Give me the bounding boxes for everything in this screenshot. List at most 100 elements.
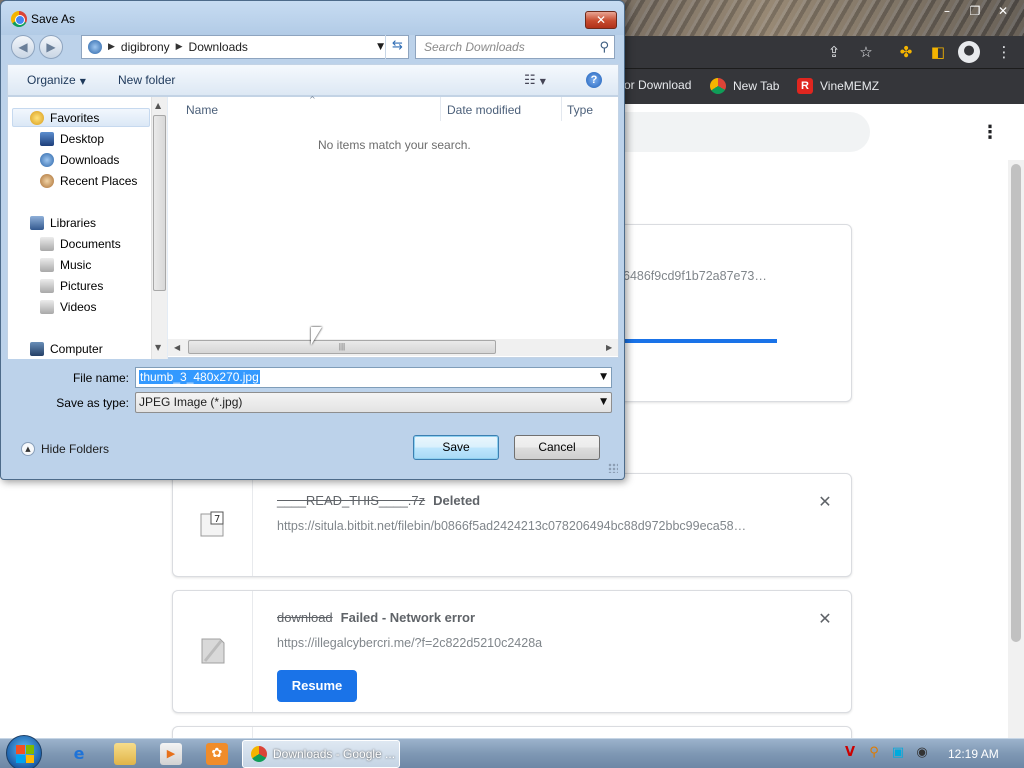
search-input[interactable]: Search Downloads ⚲ (415, 35, 615, 59)
v-tray-icon[interactable]: V (842, 745, 858, 761)
nav-scrollbar[interactable]: ▲ ▼ (151, 97, 167, 359)
organize-label: Organize (27, 73, 76, 87)
file-list-hscrollbar[interactable]: ◀ ||| ▶ (168, 339, 618, 356)
breadcrumb-digibrony[interactable]: digibrony (121, 40, 170, 54)
download-title: ____READ_THIS____.7z Deleted (277, 493, 480, 508)
nav-label: Libraries (50, 216, 97, 230)
save-type-value: JPEG Image (*.jpg) (139, 395, 243, 409)
scroll-up-icon[interactable]: ▲ (155, 101, 161, 110)
breadcrumb-downloads[interactable]: Downloads (189, 40, 248, 54)
start-button[interactable] (6, 735, 42, 768)
side-panel-icon[interactable]: ◧ (928, 42, 948, 62)
extensions-icon[interactable]: ✤ (896, 42, 916, 62)
nav-label: Desktop (60, 132, 105, 146)
archive-file-icon: 7 (200, 511, 224, 537)
nav-label: Videos (60, 300, 97, 314)
address-dropdown-icon[interactable]: ▼ (377, 42, 384, 52)
breadcrumb-separator-icon: ▶ (175, 42, 183, 52)
internet-explorer-icon[interactable]: e (68, 743, 90, 765)
cancel-button[interactable]: Cancel (514, 435, 600, 460)
resume-button[interactable]: Resume (277, 670, 357, 702)
bookmark-new-tab[interactable]: New Tab (710, 78, 779, 94)
display-tray-icon[interactable]: ▣ (890, 745, 906, 761)
search-icon[interactable]: ⚲ (599, 37, 609, 59)
column-type[interactable]: Type (567, 103, 593, 117)
refresh-icon[interactable]: ⇆ (385, 35, 409, 59)
bookmark-or-download[interactable]: or Download (624, 78, 691, 92)
nav-recent-places[interactable]: Recent Places (40, 174, 137, 188)
column-name[interactable]: Name (186, 103, 218, 117)
chrome-menu-icon[interactable]: ⋮ (994, 42, 1014, 62)
mouse-cursor (311, 327, 322, 345)
close-icon[interactable]: ✕ (990, 2, 1016, 20)
bookmark-vinememz[interactable]: R VineMEMZ (797, 78, 879, 94)
clock[interactable]: 12:19 AM (948, 747, 999, 761)
file-explorer-icon[interactable] (114, 743, 136, 765)
downloads-search-input[interactable] (600, 112, 870, 152)
nav-label: Computer (50, 342, 103, 356)
forward-button[interactable]: ▶ (39, 35, 63, 59)
download-card: 7 ____READ_THIS____.7z Deleted https://si… (172, 473, 852, 577)
hscroll-thumb[interactable]: ||| (188, 340, 496, 354)
nav-label: Pictures (60, 279, 104, 293)
resize-grip[interactable] (608, 463, 618, 473)
nav-desktop[interactable]: Desktop (40, 132, 104, 146)
navigation-pane: Favorites Desktop Downloads Recent Place… (8, 97, 168, 359)
nav-label: Downloads (60, 153, 120, 167)
chevron-down-icon[interactable]: ▼ (600, 397, 607, 407)
scroll-down-icon[interactable]: ▼ (155, 343, 161, 352)
remove-download-icon[interactable]: ✕ (817, 494, 833, 510)
nav-scroll-thumb[interactable] (153, 115, 166, 291)
maximize-icon[interactable]: ❐ (962, 2, 988, 20)
more-options-icon[interactable]: ⋮ (980, 120, 1000, 144)
save-button[interactable]: Save (413, 435, 499, 460)
nav-computer[interactable]: Computer (30, 342, 103, 356)
hide-folders-label: Hide Folders (41, 442, 110, 456)
new-folder-button[interactable]: New folder (118, 73, 175, 87)
dialog-title: Save As (31, 12, 76, 26)
column-date-modified[interactable]: Date modified (447, 103, 521, 117)
address-bar[interactable]: ▶ digibrony ▶ Downloads ▼ (81, 35, 409, 59)
download-filename: ____READ_THIS____.7z (277, 493, 426, 508)
nav-pictures[interactable]: Pictures (40, 279, 103, 293)
r-logo-icon: R (797, 78, 813, 94)
nav-documents[interactable]: Documents (40, 237, 121, 251)
download-status: Deleted (433, 493, 481, 508)
computer-icon (30, 342, 44, 356)
media-player-icon[interactable]: ▶ (160, 743, 182, 765)
dialog-close-button[interactable]: ✕ (585, 11, 617, 29)
nav-libraries[interactable]: Libraries (30, 216, 96, 230)
taskbar-chrome-task[interactable]: Downloads - Google ... (242, 740, 400, 768)
back-button[interactable]: ◀ (11, 35, 35, 59)
save-type-select[interactable]: JPEG Image (*.jpg) ▼ (135, 392, 612, 413)
nav-downloads[interactable]: Downloads (40, 153, 119, 167)
nav-favorites[interactable]: Favorites (30, 111, 99, 125)
download-url[interactable]: 6486f9cd9f1b72a87e73… (623, 269, 767, 283)
download-url[interactable]: https://illegalcybercri.me/?f=2c822d5210… (277, 636, 542, 650)
volume-tray-icon[interactable]: ◉ (914, 745, 930, 761)
bookmark-star-icon[interactable]: ☆ (856, 42, 876, 62)
chevron-down-icon[interactable]: ▼ (600, 372, 607, 382)
share-icon[interactable]: ⇪ (824, 42, 844, 62)
view-options-icon[interactable]: ☷ ▼ (524, 73, 546, 88)
search-tray-icon[interactable]: ⚲ (866, 745, 882, 761)
paint-icon[interactable]: ✿ (206, 743, 228, 765)
help-icon[interactable]: ? (586, 72, 602, 88)
scroll-right-icon[interactable]: ▶ (606, 343, 612, 352)
file-name-field[interactable]: thumb_3_480x270.jpg ▼ (135, 367, 612, 388)
dialog-title-bar[interactable]: Save As ✕ (1, 1, 624, 35)
page-scrollbar[interactable] (1008, 160, 1024, 738)
scroll-left-icon[interactable]: ◀ (174, 343, 180, 352)
nav-videos[interactable]: Videos (40, 300, 96, 314)
nav-music[interactable]: Music (40, 258, 91, 272)
hide-folders-button[interactable]: ▲ Hide Folders (21, 442, 109, 456)
chrome-icon (710, 78, 726, 94)
libraries-icon (30, 216, 44, 230)
profile-avatar-icon[interactable]: ● (958, 41, 980, 63)
remove-download-icon[interactable]: ✕ (817, 611, 833, 627)
organize-menu[interactable]: Organize ▼ (27, 73, 86, 87)
minimize-icon[interactable]: – (934, 2, 960, 20)
nav-label: Favorites (50, 111, 100, 125)
chevron-down-icon: ▼ (79, 77, 86, 86)
download-url[interactable]: https://situla.bitbit.net/filebin/b0866f… (277, 519, 746, 533)
